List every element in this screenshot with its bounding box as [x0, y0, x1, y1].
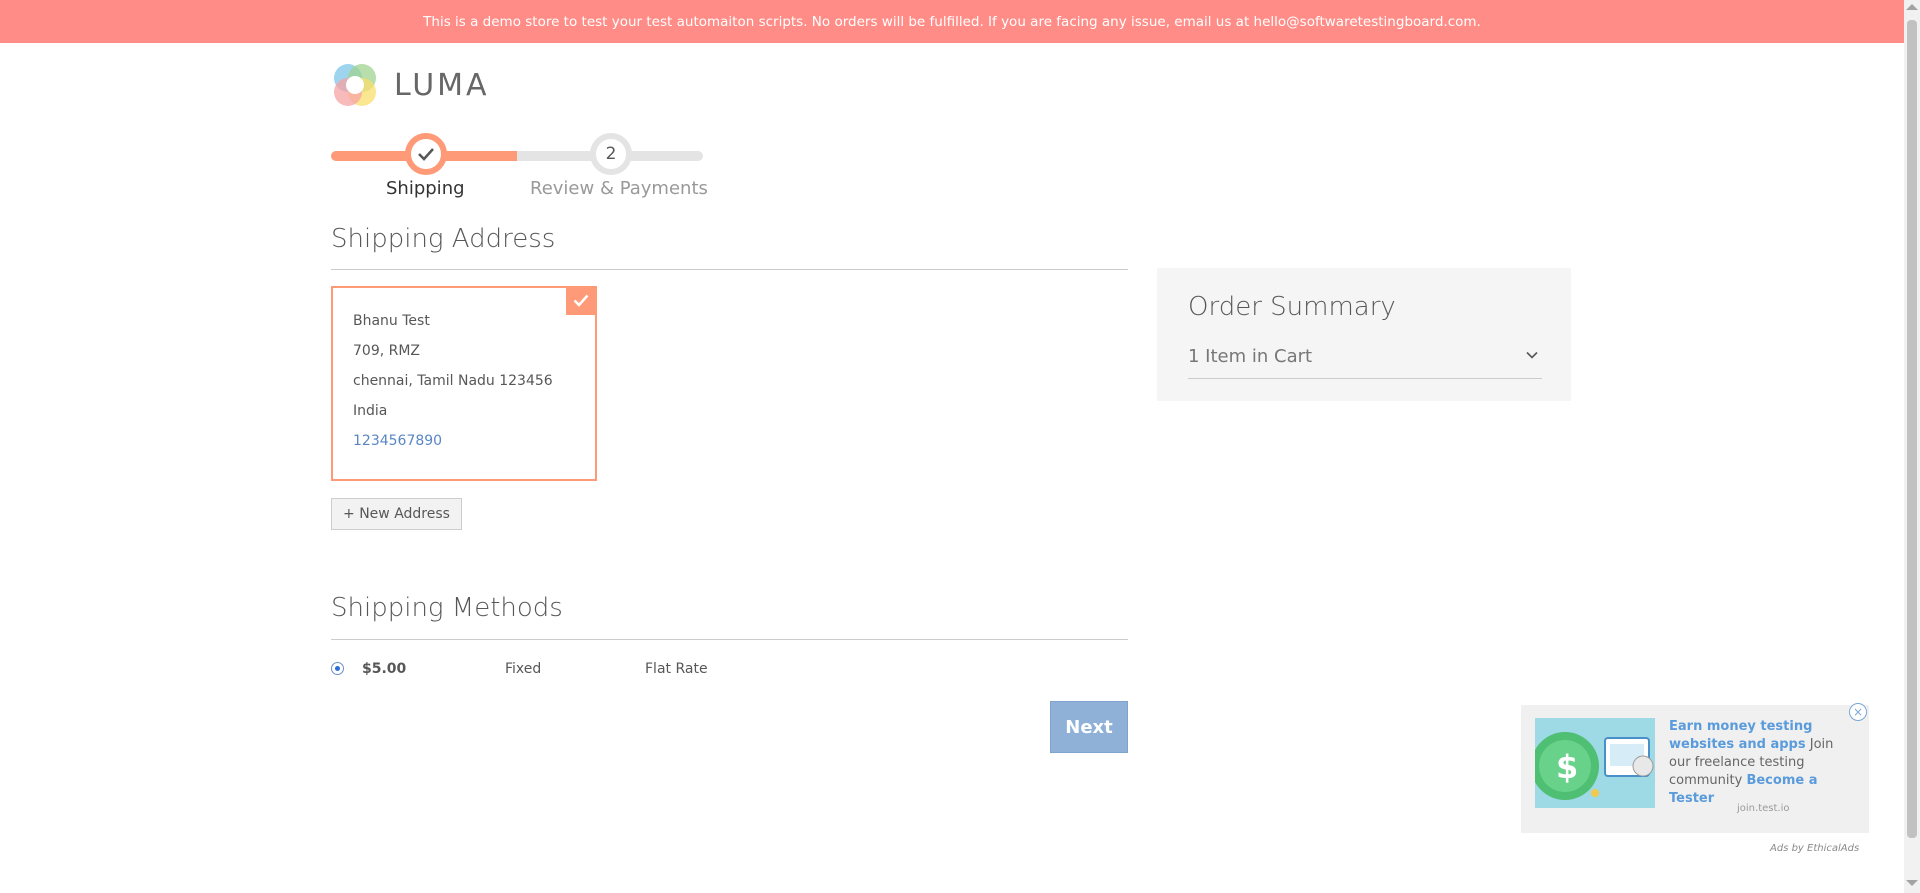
logo-text: LUMA [394, 67, 490, 103]
shipping-methods-title: Shipping Methods [331, 593, 563, 623]
radio-selected-dot [335, 666, 340, 671]
ad-image[interactable]: $ [1535, 718, 1655, 808]
address-city-region-zip: chennai, Tamil Nadu 123456 [353, 373, 553, 389]
step-review-indicator: 2 [590, 133, 632, 175]
ad-attribution-link[interactable]: Ads by EthicalAds [1770, 843, 1859, 854]
banner-text: This is a demo store to test your test a… [423, 13, 1481, 30]
svg-text:$: $ [1556, 748, 1578, 786]
address-street: 709, RMZ [353, 343, 421, 359]
chevron-down-icon[interactable] [1525, 348, 1539, 362]
order-summary-divider [1188, 378, 1542, 379]
scroll-down-arrow-icon[interactable] [1906, 880, 1918, 886]
check-icon [418, 148, 434, 161]
cart-items-toggle[interactable]: 1 Item in Cart [1188, 346, 1312, 367]
scrollbar-thumb[interactable] [1907, 20, 1917, 838]
luma-logo-icon [331, 61, 379, 109]
ad-copy[interactable]: Earn money testing websites and apps Joi… [1669, 718, 1849, 808]
address-selected-check-icon [566, 286, 595, 315]
new-address-button[interactable]: + New Address [331, 498, 462, 530]
next-button[interactable]: Next [1050, 701, 1128, 753]
ad-close-icon[interactable]: × [1849, 703, 1867, 721]
order-summary-panel [1157, 268, 1571, 401]
shipping-address-title: Shipping Address [331, 224, 556, 254]
shipping-methods-divider [331, 639, 1128, 640]
shipping-method-radio[interactable] [331, 662, 344, 675]
shipping-address-divider [331, 269, 1128, 270]
shipping-method-name: Fixed [505, 661, 542, 677]
luma-logo[interactable]: LUMA [331, 61, 490, 109]
address-country: India [353, 403, 388, 419]
scroll-up-arrow-icon[interactable] [1906, 4, 1918, 10]
step-shipping-label: Shipping [386, 178, 465, 199]
demo-store-banner: This is a demo store to test your test a… [0, 0, 1904, 43]
address-name: Bhanu Test [353, 313, 430, 329]
ad-domain: join.test.io [1737, 803, 1790, 814]
order-summary-title: Order Summary [1188, 292, 1396, 322]
step-number: 2 [605, 144, 617, 164]
ad-headline[interactable]: Earn money testing websites and apps [1669, 719, 1812, 752]
address-phone-link[interactable]: 1234567890 [353, 433, 442, 449]
step-shipping-indicator [405, 133, 447, 175]
shipping-method-price: $5.00 [362, 661, 407, 677]
step-review-label: Review & Payments [530, 178, 708, 199]
shipping-carrier-name: Flat Rate [645, 661, 708, 677]
